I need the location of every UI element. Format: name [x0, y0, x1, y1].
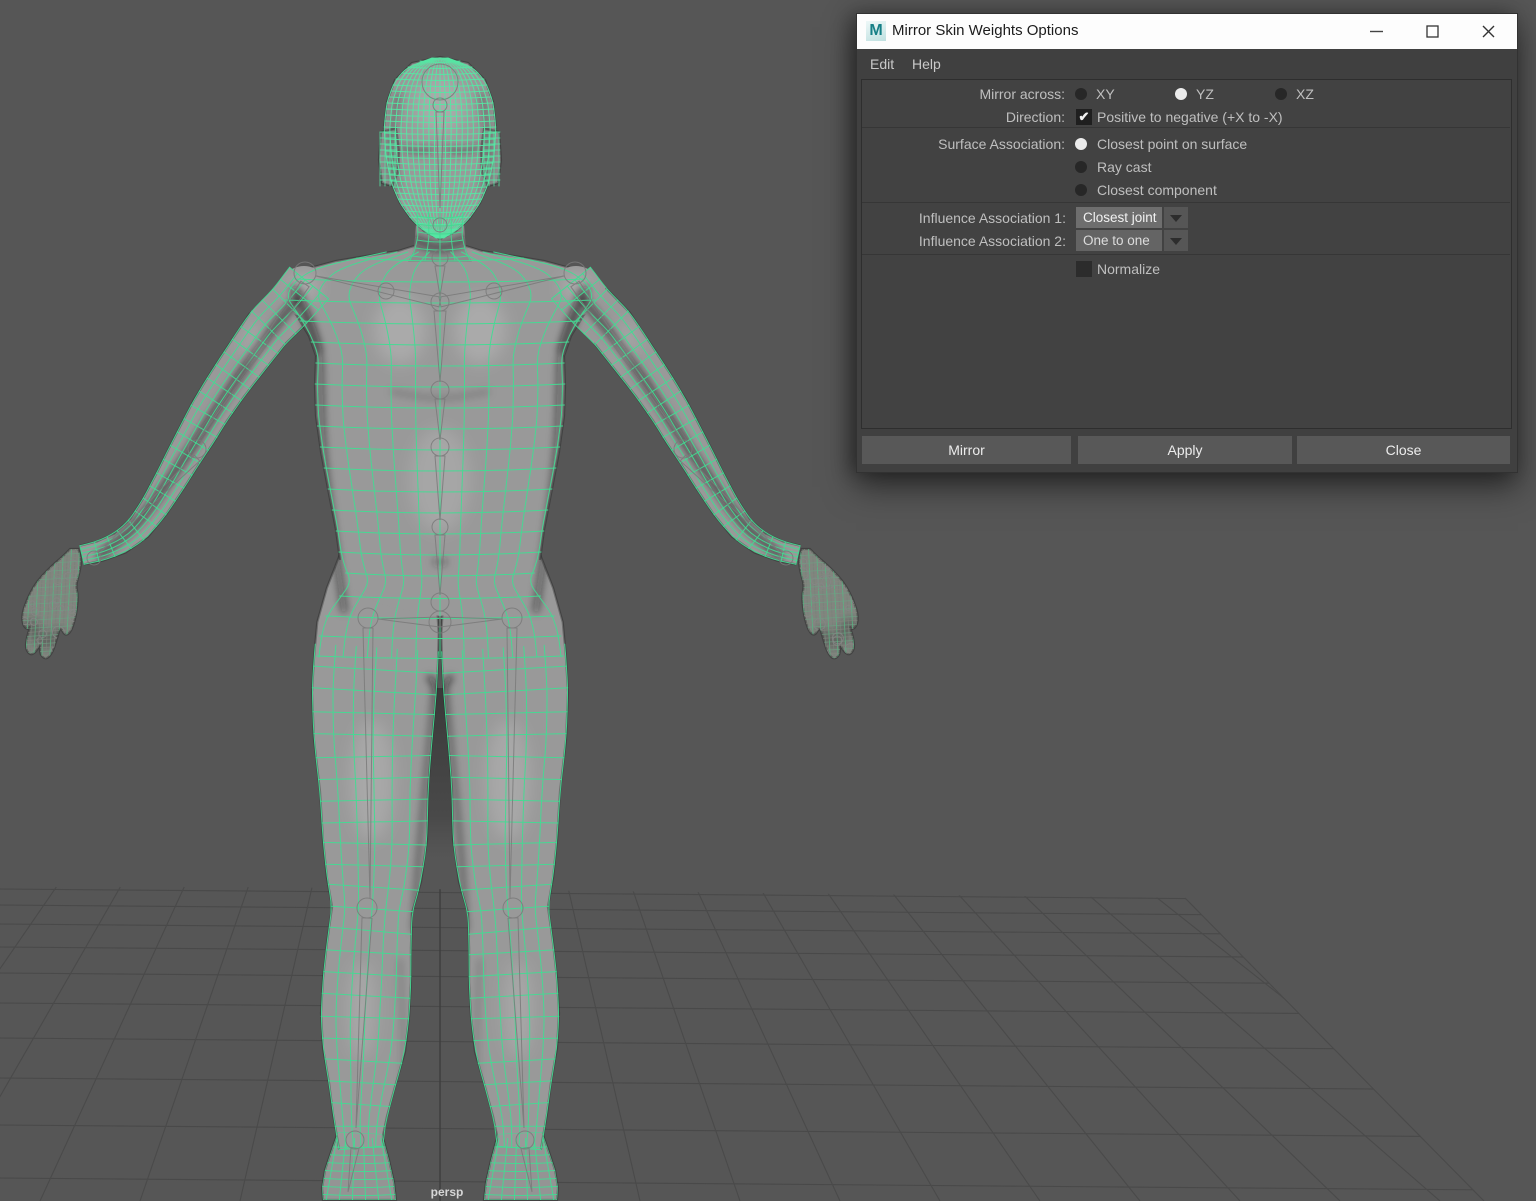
svg-text:persp: persp [431, 1185, 464, 1199]
